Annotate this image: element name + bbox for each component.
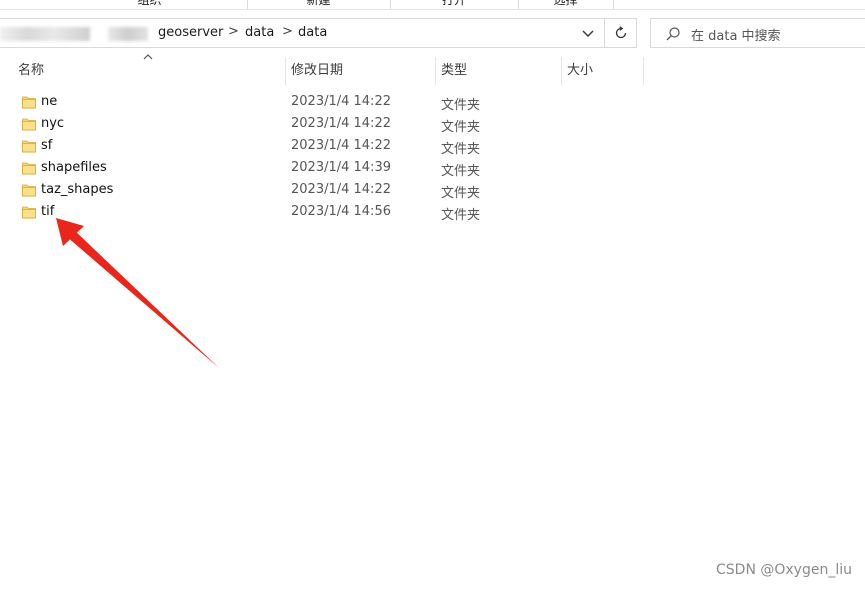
watermark: CSDN @Oxygen_liu <box>716 562 852 578</box>
annotation-arrow <box>56 218 219 368</box>
arrow-shaft <box>66 229 219 368</box>
